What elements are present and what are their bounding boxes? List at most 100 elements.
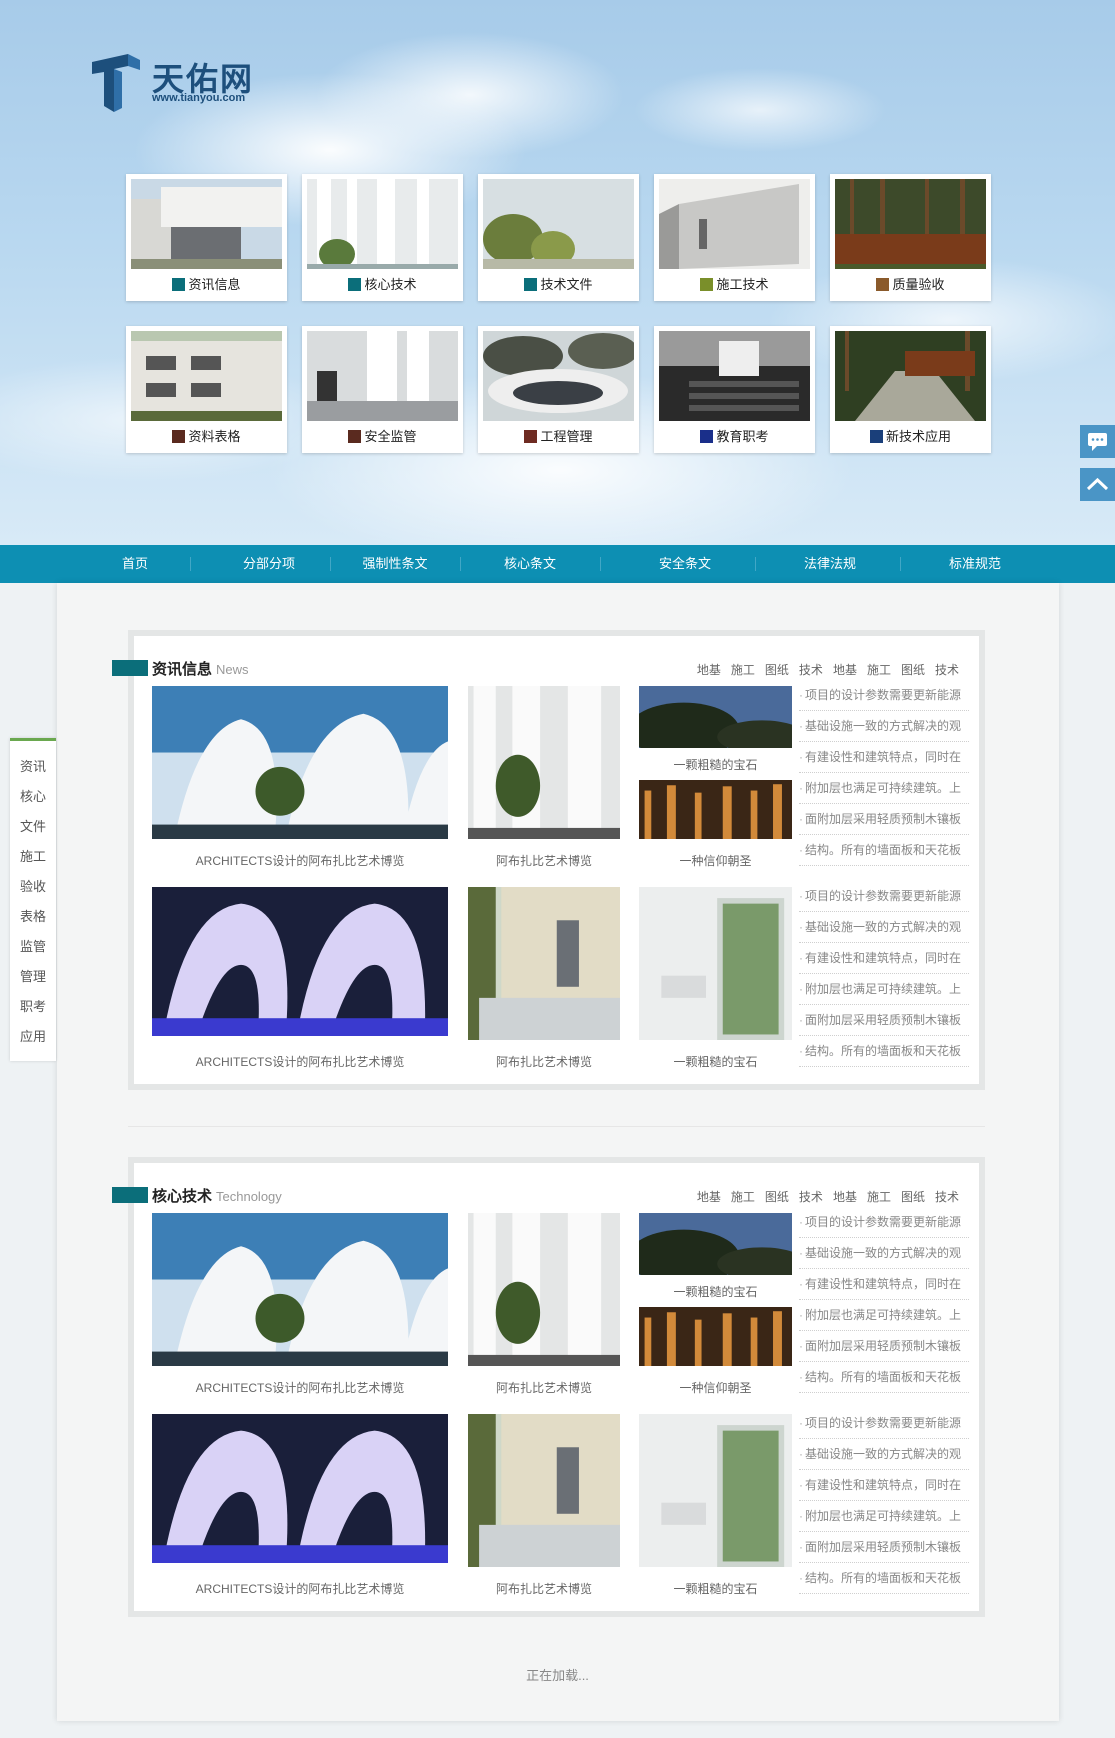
side-menu-item-7[interactable]: 监管 [10, 936, 56, 955]
article-list-item[interactable]: · 基础设施一致的方式解决的观 [799, 1238, 969, 1269]
nav-item-2[interactable]: 分部分项 [224, 545, 314, 583]
feature-caption[interactable]: 一种信仰朝圣 [639, 852, 792, 869]
section-tag[interactable]: 技术 [799, 1190, 823, 1204]
section-tag[interactable]: 地基 [697, 1190, 721, 1204]
feature-image[interactable] [468, 686, 620, 839]
article-list-item[interactable]: · 面附加层采用轻质预制木镶板 [799, 1005, 969, 1036]
tile-8[interactable]: 工程管理 [478, 326, 639, 453]
section-tag[interactable]: 技术 [935, 1190, 959, 1204]
section-tag[interactable]: 图纸 [765, 1190, 789, 1204]
feature-caption[interactable]: 一颗粗糙的宝石 [639, 756, 792, 773]
feature-caption[interactable]: 一颗粗糙的宝石 [639, 1053, 792, 1070]
side-menu-item-10[interactable]: 应用 [10, 1026, 56, 1045]
section-tag[interactable]: 技术 [799, 663, 823, 677]
nav-item-5[interactable]: 安全条文 [640, 545, 730, 583]
section-tag[interactable]: 地基 [833, 663, 857, 677]
tile-6[interactable]: 资料表格 [126, 326, 287, 453]
article-list-item[interactable]: · 项目的设计参数需要更新能源 [799, 1207, 969, 1238]
tile-10[interactable]: 新技术应用 [830, 326, 991, 453]
article-list-item[interactable]: · 结构。所有的墙面板和天花板 [799, 1362, 969, 1393]
tile-9[interactable]: 教育职考 [654, 326, 815, 453]
nav-item-7[interactable]: 标准规范 [930, 545, 1020, 583]
tile-1[interactable]: 资讯信息 [126, 174, 287, 301]
tile-3[interactable]: 技术文件 [478, 174, 639, 301]
article-list-item[interactable]: · 基础设施一致的方式解决的观 [799, 1439, 969, 1470]
article-list-item[interactable]: · 基础设施一致的方式解决的观 [799, 912, 969, 943]
feature-image[interactable] [639, 780, 792, 839]
side-menu-item-6[interactable]: 表格 [10, 906, 56, 925]
tile-2[interactable]: 核心技术 [302, 174, 463, 301]
article-list-item[interactable]: · 有建设性和建筑特点，同时在 [799, 943, 969, 974]
side-menu-item-3[interactable]: 文件 [10, 816, 56, 835]
feature-image[interactable] [639, 1213, 792, 1275]
nav-item-4[interactable]: 核心条文 [490, 545, 570, 583]
article-list-item[interactable]: · 附加层也满足可持续建筑。上 [799, 974, 969, 1005]
section-tag[interactable]: 施工 [867, 1190, 891, 1204]
nav-item-3[interactable]: 强制性条文 [350, 545, 440, 583]
article-list-item[interactable]: · 有建设性和建筑特点，同时在 [799, 742, 969, 773]
side-menu-item-2[interactable]: 核心 [10, 786, 56, 805]
article-list-item[interactable]: · 项目的设计参数需要更新能源 [799, 1408, 969, 1439]
nav-item-1[interactable]: 首页 [110, 545, 160, 583]
side-menu-item-5[interactable]: 验收 [10, 876, 56, 895]
feature-image[interactable] [152, 1213, 448, 1366]
feature-image[interactable] [639, 1414, 792, 1567]
article-list-item[interactable]: · 结构。所有的墙面板和天花板 [799, 1036, 969, 1067]
side-menu-item-9[interactable]: 职考 [10, 996, 56, 1015]
article-list-item[interactable]: · 附加层也满足可持续建筑。上 [799, 773, 969, 804]
article-list-item[interactable]: · 结构。所有的墙面板和天花板 [799, 835, 969, 866]
section-tag[interactable]: 图纸 [901, 1190, 925, 1204]
section-tag[interactable]: 图纸 [765, 663, 789, 677]
article-list-item[interactable]: · 附加层也满足可持续建筑。上 [799, 1501, 969, 1532]
feature-caption[interactable]: 阿布扎比艺术博览 [468, 1053, 620, 1070]
side-menu-item-8[interactable]: 管理 [10, 966, 56, 985]
section-tag[interactable]: 施工 [867, 663, 891, 677]
feature-caption[interactable]: 阿布扎比艺术博览 [468, 1379, 620, 1396]
feature-image[interactable] [639, 887, 792, 1040]
feature-caption[interactable]: ARCHITECTS设计的阿布扎比艺术博览 [152, 852, 448, 869]
section-tag[interactable]: 图纸 [901, 663, 925, 677]
side-menu-item-4[interactable]: 施工 [10, 846, 56, 865]
tile-caption: 技术文件 [478, 274, 639, 293]
tile-label: 质量验收 [892, 277, 945, 292]
site-logo[interactable]: 天佑网 www.tianyou.com [92, 50, 272, 114]
article-list-item[interactable]: · 附加层也满足可持续建筑。上 [799, 1300, 969, 1331]
tile-7[interactable]: 安全监管 [302, 326, 463, 453]
feature-image[interactable] [152, 887, 448, 1036]
feature-caption[interactable]: ARCHITECTS设计的阿布扎比艺术博览 [152, 1053, 448, 1070]
article-list-item[interactable]: · 面附加层采用轻质预制木镶板 [799, 1532, 969, 1563]
chat-button[interactable] [1080, 425, 1115, 458]
feature-image[interactable] [639, 686, 792, 748]
feature-image[interactable] [639, 1307, 792, 1366]
section-tag[interactable]: 地基 [697, 663, 721, 677]
feature-caption[interactable]: 一颗粗糙的宝石 [639, 1580, 792, 1597]
article-list-item[interactable]: · 基础设施一致的方式解决的观 [799, 711, 969, 742]
article-list-item[interactable]: · 项目的设计参数需要更新能源 [799, 680, 969, 711]
feature-image[interactable] [152, 1414, 448, 1563]
feature-image[interactable] [468, 1213, 620, 1366]
feature-caption[interactable]: ARCHITECTS设计的阿布扎比艺术博览 [152, 1379, 448, 1396]
article-list-item[interactable]: · 有建设性和建筑特点，同时在 [799, 1269, 969, 1300]
feature-caption[interactable]: 阿布扎比艺术博览 [468, 1580, 620, 1597]
feature-image[interactable] [468, 887, 620, 1040]
side-menu-item-1[interactable]: 资讯 [10, 756, 56, 775]
article-list-item[interactable]: · 项目的设计参数需要更新能源 [799, 881, 969, 912]
feature-caption[interactable]: 一种信仰朝圣 [639, 1379, 792, 1396]
article-list-item[interactable]: · 面附加层采用轻质预制木镶板 [799, 1331, 969, 1362]
feature-image[interactable] [468, 1414, 620, 1567]
feature-caption[interactable]: 阿布扎比艺术博览 [468, 852, 620, 869]
feature-caption[interactable]: ARCHITECTS设计的阿布扎比艺术博览 [152, 1580, 448, 1597]
nav-item-6[interactable]: 法律法规 [790, 545, 870, 583]
tile-4[interactable]: 施工技术 [654, 174, 815, 301]
section-tag[interactable]: 技术 [935, 663, 959, 677]
tile-5[interactable]: 质量验收 [830, 174, 991, 301]
feature-caption[interactable]: 一颗粗糙的宝石 [639, 1283, 792, 1300]
back-to-top-button[interactable] [1080, 468, 1115, 501]
section-tag[interactable]: 施工 [731, 1190, 755, 1204]
feature-image[interactable] [152, 686, 448, 839]
section-tag[interactable]: 施工 [731, 663, 755, 677]
section-tag[interactable]: 地基 [833, 1190, 857, 1204]
article-list-item[interactable]: · 面附加层采用轻质预制木镶板 [799, 804, 969, 835]
article-list-item[interactable]: · 有建设性和建筑特点，同时在 [799, 1470, 969, 1501]
article-list-item[interactable]: · 结构。所有的墙面板和天花板 [799, 1563, 969, 1594]
